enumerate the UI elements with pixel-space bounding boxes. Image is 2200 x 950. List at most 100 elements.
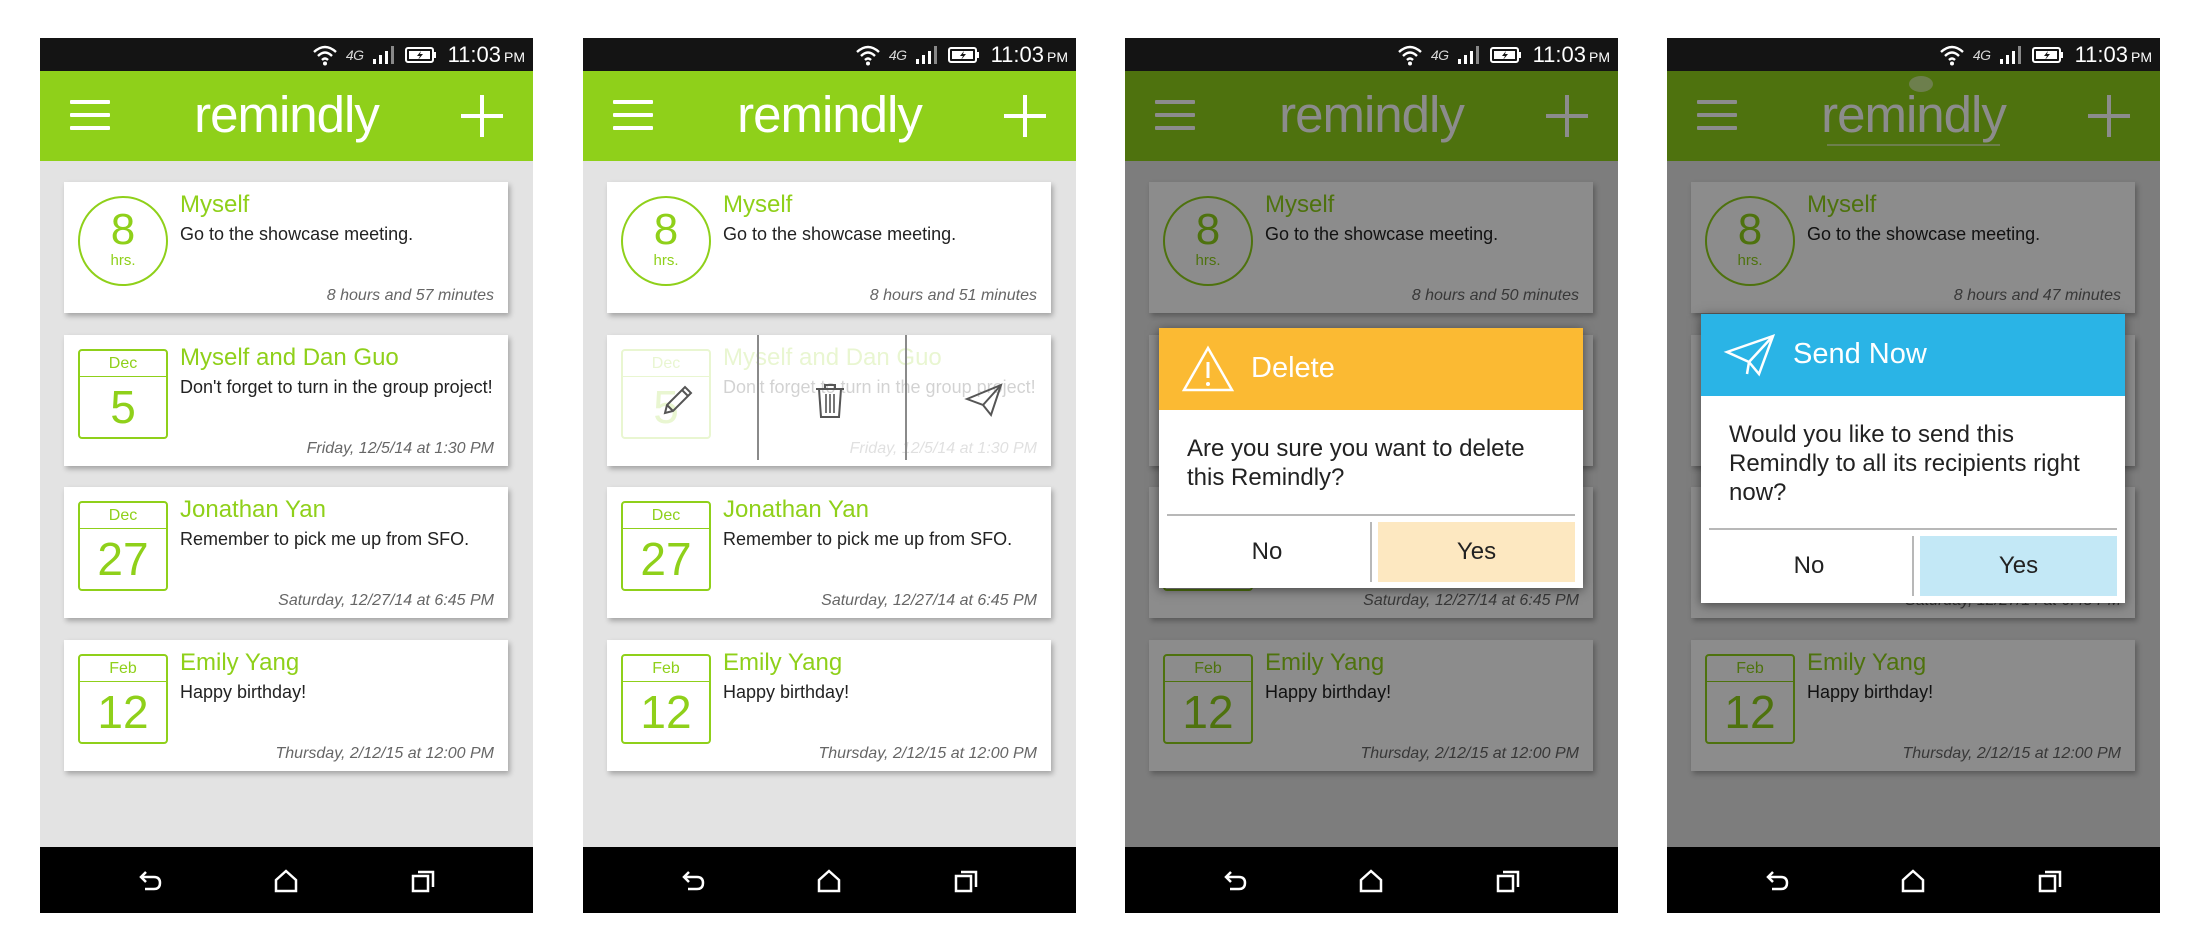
add-reminder-button[interactable]	[1002, 93, 1048, 139]
trash-icon[interactable]	[809, 379, 851, 421]
add-reminder-button[interactable]	[459, 93, 505, 139]
reminder-recipient: Myself	[723, 191, 793, 218]
dialog-message: Would you like to send this Remindly to …	[1729, 421, 2080, 506]
network-type: 4G	[345, 47, 364, 63]
app-bar: remindly	[40, 71, 533, 161]
battery-icon	[2031, 46, 2065, 64]
wifi-icon	[312, 44, 338, 66]
reminder-card-swiped[interactable]: Dec5 Myself and Dan Guo Don't forget to …	[607, 335, 1051, 466]
reminder-message: Remember to pick me up from SFO.	[723, 529, 1013, 549]
status-bar: 4G 11:03 PM	[583, 38, 1076, 71]
navigation-bar	[583, 847, 1076, 913]
no-button[interactable]: No	[1709, 536, 1909, 596]
home-icon[interactable]	[272, 867, 300, 895]
navigation-bar	[1125, 847, 1618, 913]
clock: 11:03 PM	[2074, 42, 2152, 67]
recents-icon[interactable]	[409, 867, 437, 895]
reminder-time: 8 hours and 51 minutes	[869, 287, 1037, 304]
paper-plane-icon	[1723, 330, 1777, 380]
clock: 11:03 PM	[990, 42, 1068, 67]
reminder-card[interactable]: Feb 12 Emily Yang Happy birthday! Thursda…	[607, 640, 1051, 771]
navigation-bar	[40, 847, 533, 913]
paper-plane-icon[interactable]	[963, 379, 1005, 421]
reminder-recipient: Emily Yang	[723, 649, 843, 676]
reminder-card[interactable]: Dec27 Jonathan Yan Remember to pick me u…	[607, 487, 1051, 618]
network-type: 4G	[888, 47, 907, 63]
calendar-badge: Feb 12	[78, 654, 168, 744]
recents-icon[interactable]	[952, 867, 980, 895]
home-icon[interactable]	[1357, 867, 1385, 895]
calendar-badge: Dec5	[78, 349, 168, 439]
reminder-list: 8 hrs. Myself Go to the showcase meeting.…	[583, 161, 1076, 847]
calendar-badge: Feb 12	[621, 654, 711, 744]
home-icon[interactable]	[1899, 867, 1927, 895]
wifi-icon	[1397, 44, 1423, 66]
phone-screen-delete-dialog: 4G 11:03 PM remindly 8 hrs. Myself Go to t…	[1125, 38, 1618, 913]
reminder-time: Saturday, 12/27/14 at 6:45 PM	[278, 592, 494, 609]
dialog-separator	[1709, 528, 2117, 530]
clock: 11:03 PM	[447, 42, 525, 67]
button-divider	[1912, 536, 1914, 596]
no-button[interactable]: No	[1167, 522, 1367, 582]
network-type: 4G	[1972, 47, 1991, 63]
dialog-message: Are you sure you want to delete this Rem…	[1187, 435, 1525, 491]
phone-screen-swipe-actions: 4G 11:03 PM remindly 8 hrs. Myself Go to t…	[583, 38, 1076, 913]
network-type: 4G	[1430, 47, 1449, 63]
signal-icon	[915, 45, 939, 65]
signal-icon	[372, 45, 396, 65]
reminder-card[interactable]: 8 hrs. Myself Go to the showcase meeting.…	[64, 182, 508, 313]
reminder-time: Saturday, 12/27/14 at 6:45 PM	[821, 592, 1037, 609]
status-bar: 4G 11:03 PM	[40, 38, 533, 71]
reminder-time: Thursday, 2/12/15 at 12:00 PM	[818, 745, 1038, 762]
reminder-recipient: Jonathan Yan	[723, 496, 869, 523]
action-divider	[757, 335, 759, 460]
dialog-header: Send Now	[1701, 314, 2125, 396]
send-now-dialog: Send Now Would you like to send this Rem…	[1701, 314, 2125, 603]
calendar-badge: Dec27	[78, 501, 168, 591]
reminder-time: Friday, 12/5/14 at 1:30 PM	[306, 440, 494, 457]
wifi-icon	[1939, 44, 1965, 66]
yes-button[interactable]: Yes	[1920, 536, 2117, 596]
app-bar: remindly	[583, 71, 1076, 161]
reminder-card[interactable]: Dec27 Jonathan Yan Remember to pick me u…	[64, 487, 508, 618]
countdown-badge: 8 hrs.	[621, 196, 711, 286]
status-bar: 4G 11:03 PM	[1125, 38, 1618, 71]
calendar-badge: Dec27	[621, 501, 711, 591]
signal-icon	[1457, 45, 1481, 65]
reminder-time: 8 hours and 57 minutes	[326, 287, 494, 304]
reminder-time: Thursday, 2/12/15 at 12:00 PM	[275, 745, 495, 762]
reminder-message: Happy birthday!	[180, 682, 307, 702]
pencil-icon[interactable]	[657, 379, 699, 421]
yes-button[interactable]: Yes	[1378, 522, 1575, 582]
home-icon[interactable]	[815, 867, 843, 895]
dialog-header: Delete	[1159, 328, 1583, 410]
reminder-message: Remember to pick me up from SFO.	[180, 529, 470, 549]
back-icon[interactable]	[1221, 867, 1249, 895]
reminder-recipient: Emily Yang	[180, 649, 300, 676]
reminder-card[interactable]: Dec5 Myself and Dan Guo Don't forget to …	[64, 335, 508, 466]
dialog-title: Send Now	[1793, 338, 1927, 370]
reminder-card[interactable]: Feb 12 Emily Yang Happy birthday! Thursda…	[64, 640, 508, 771]
countdown-badge: 8 hrs.	[78, 196, 168, 286]
phone-screen-list: 4G 11:03 PM remindly 8 hrs. Myself Go to t…	[40, 38, 533, 913]
warning-icon	[1181, 344, 1235, 394]
battery-icon	[947, 46, 981, 64]
battery-icon	[1489, 46, 1523, 64]
signal-icon	[1999, 45, 2023, 65]
reminder-list: 8 hrs. Myself Go to the showcase meeting.…	[40, 161, 533, 847]
back-icon[interactable]	[1763, 867, 1791, 895]
back-icon[interactable]	[136, 867, 164, 895]
action-divider	[905, 335, 907, 460]
reminder-message: Go to the showcase meeting.	[723, 224, 957, 244]
reminder-message: Don't forget to turn in the group projec…	[180, 377, 493, 397]
back-icon[interactable]	[679, 867, 707, 895]
reminder-recipient: Myself and Dan Guo	[180, 344, 399, 371]
delete-dialog: Delete Are you sure you want to delete t…	[1159, 328, 1583, 588]
dialog-separator	[1167, 514, 1575, 516]
reminder-card[interactable]: 8 hrs. Myself Go to the showcase meeting.…	[607, 182, 1051, 313]
clock: 11:03 PM	[1532, 42, 1610, 67]
wifi-icon	[855, 44, 881, 66]
recents-icon[interactable]	[1494, 867, 1522, 895]
recents-icon[interactable]	[2036, 867, 2064, 895]
reminder-recipient: Myself	[180, 191, 250, 218]
